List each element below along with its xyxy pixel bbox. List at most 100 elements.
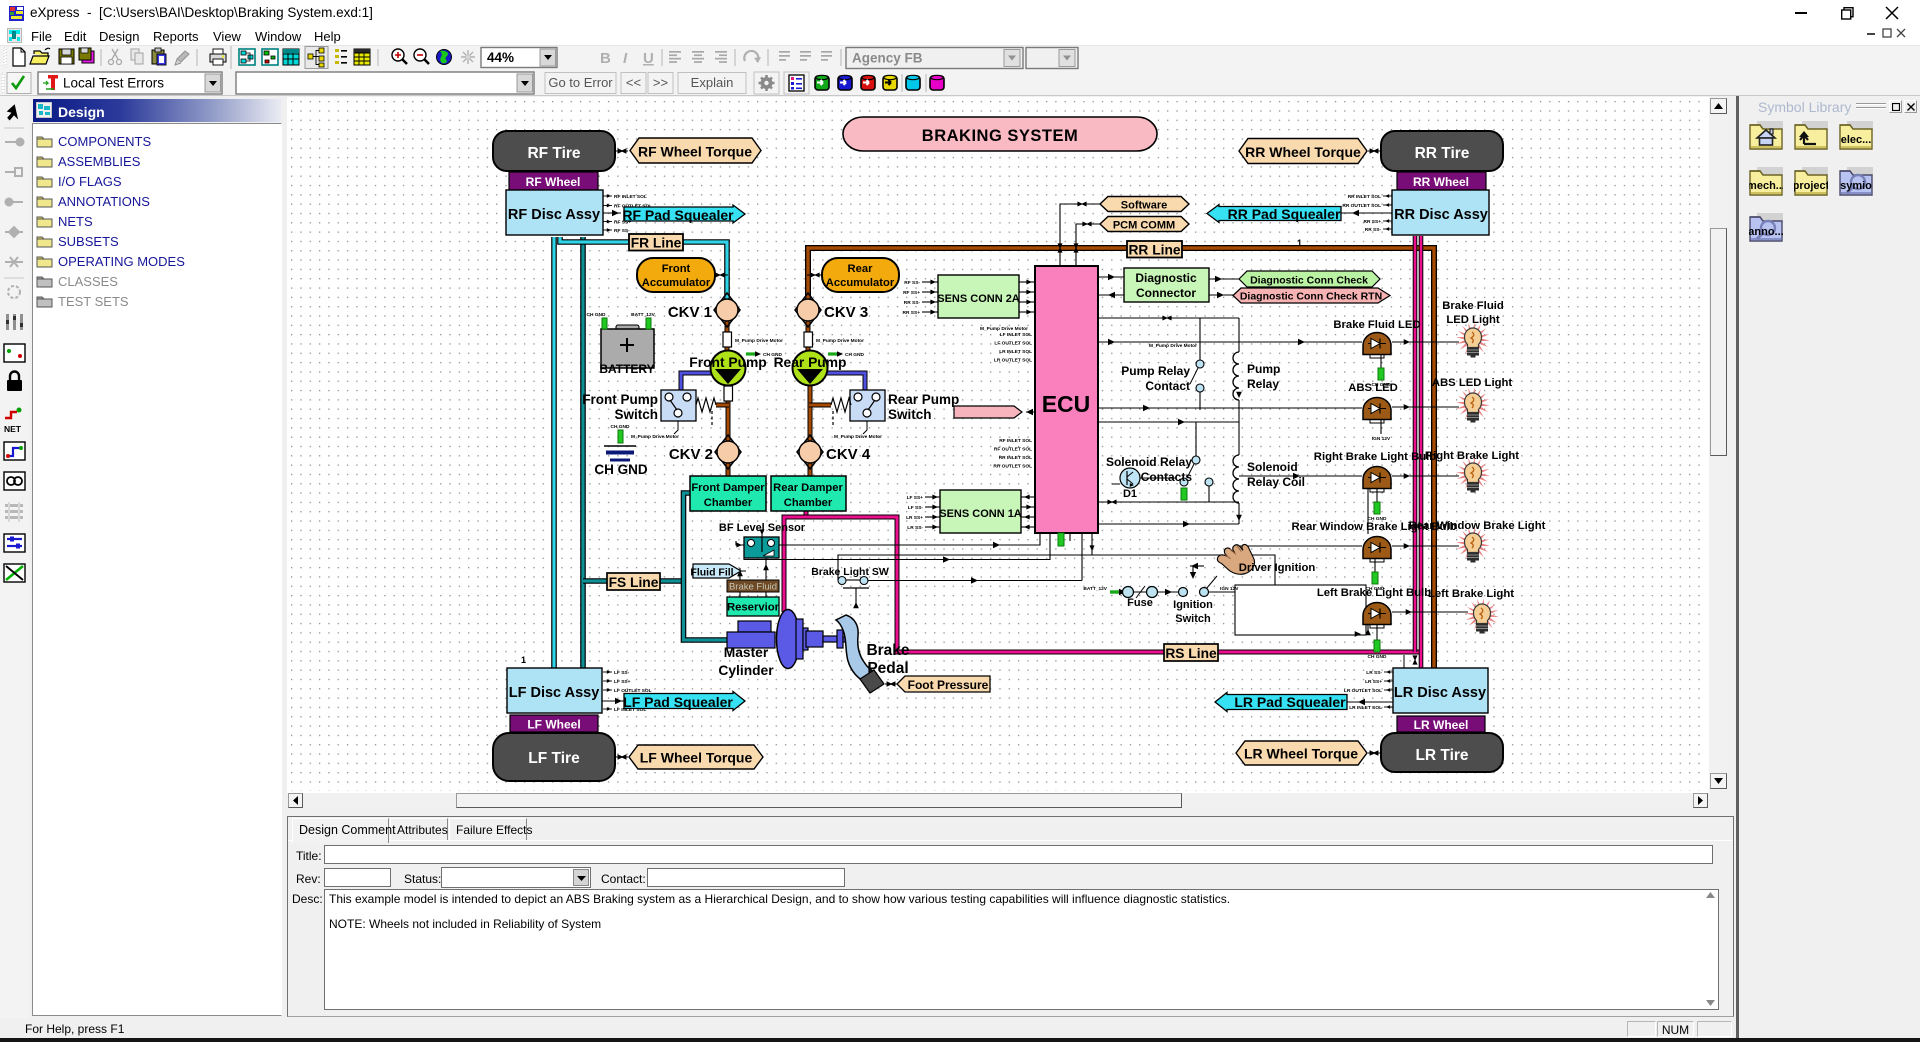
- svg-text:PCM COMM: PCM COMM: [1113, 220, 1175, 232]
- svg-text:LR SS+: LR SS+: [1365, 679, 1382, 685]
- svg-text:Rear Damper: Rear Damper: [773, 482, 843, 494]
- svg-text:CKV 4: CKV 4: [826, 446, 871, 463]
- svg-text:Cylinder: Cylinder: [718, 663, 774, 678]
- svg-text:Contacts: Contacts: [1141, 470, 1193, 484]
- svg-text:LF Tire: LF Tire: [528, 750, 580, 767]
- svg-text:M_Pump Drive Motor: M_Pump Drive Motor: [735, 338, 783, 344]
- svg-text:symio: symio: [1840, 180, 1872, 192]
- svg-text:RF Tire: RF Tire: [527, 145, 580, 162]
- svg-text:Front Pump: Front Pump: [582, 392, 658, 407]
- svg-text:CH GND: CH GND: [1368, 516, 1387, 522]
- svg-text:LF Disc Assy: LF Disc Assy: [509, 685, 600, 701]
- svg-text:Fuse: Fuse: [1127, 597, 1153, 609]
- svg-text:BATT_12V: BATT_12V: [1083, 586, 1107, 592]
- svg-text:IGN 12V: IGN 12V: [1220, 586, 1239, 592]
- svg-text:SENS CONN 1A: SENS CONN 1A: [939, 508, 1022, 520]
- svg-text:LF INLET SOL: LF INLET SOL: [1000, 332, 1032, 338]
- svg-text:Brake: Brake: [866, 642, 909, 659]
- svg-text:CH GND: CH GND: [587, 312, 606, 318]
- svg-text:Left Brake Light: Left Brake Light: [1428, 588, 1514, 600]
- svg-text:RR SS+: RR SS+: [1364, 219, 1382, 225]
- svg-text:CH GND: CH GND: [594, 462, 647, 477]
- svg-text:CH GND: CH GND: [1366, 586, 1385, 592]
- svg-text:LF Wheel Torque: LF Wheel Torque: [640, 750, 753, 766]
- svg-text:RR Wheel: RR Wheel: [1413, 175, 1469, 189]
- svg-text:Front: Front: [662, 263, 691, 275]
- svg-text:<<: <<: [626, 75, 641, 90]
- svg-text:BRAKING SYSTEM: BRAKING SYSTEM: [922, 127, 1078, 145]
- svg-text:Software: Software: [1121, 200, 1167, 212]
- svg-text:elec...: elec...: [1841, 134, 1872, 146]
- svg-text:RR Tire: RR Tire: [1415, 145, 1470, 162]
- svg-text:BATT_12V: BATT_12V: [631, 312, 655, 318]
- svg-text:RR SS-: RR SS-: [904, 300, 921, 306]
- svg-text:RF Disc Assy: RF Disc Assy: [508, 207, 600, 223]
- svg-text:anno...: anno...: [1749, 226, 1783, 238]
- svg-text:Foot Pressure: Foot Pressure: [908, 678, 989, 692]
- svg-text:project: project: [1794, 180, 1828, 192]
- svg-text:CH GND: CH GND: [1372, 382, 1391, 388]
- svg-text:44%: 44%: [487, 50, 514, 65]
- svg-text:Relay Coil: Relay Coil: [1247, 475, 1305, 489]
- svg-text:RF OUTLET SOL: RF OUTLET SOL: [994, 447, 1032, 453]
- svg-text:ECU: ECU: [1042, 391, 1091, 417]
- svg-text:LR OUTLET SOL: LR OUTLET SOL: [1344, 688, 1382, 694]
- svg-text:RR INLET SOL: RR INLET SOL: [999, 455, 1032, 461]
- svg-text:M_Pump Drive Motor: M_Pump Drive Motor: [980, 326, 1028, 332]
- svg-text:Go to Error: Go to Error: [548, 75, 613, 90]
- svg-text:RR SS+: RR SS+: [903, 310, 921, 316]
- svg-text:Front Pump: Front Pump: [689, 355, 766, 370]
- svg-text:Right Brake Light Bulb: Right Brake Light Bulb: [1314, 451, 1436, 463]
- svg-text:>>: >>: [653, 75, 668, 90]
- svg-text:Right Brake Light: Right Brake Light: [1425, 450, 1519, 462]
- svg-text:RR SS-: RR SS-: [1365, 227, 1382, 233]
- svg-text:Pedal: Pedal: [867, 660, 908, 677]
- svg-text:Contact: Contact: [1145, 379, 1190, 393]
- svg-text:Diagnostic: Diagnostic: [1135, 271, 1197, 285]
- svg-text:LF OUTLET SOL: LF OUTLET SOL: [614, 688, 652, 694]
- svg-text:ABS LED Light: ABS LED Light: [1432, 377, 1513, 389]
- svg-text:RF OUTLET SOL: RF OUTLET SOL: [614, 204, 652, 210]
- svg-text:U: U: [643, 50, 654, 67]
- svg-text:LR SS+: LR SS+: [906, 515, 923, 521]
- svg-text:CH GND: CH GND: [763, 352, 782, 358]
- svg-text:M_Pump Drive Motor: M_Pump Drive Motor: [631, 434, 679, 440]
- svg-text:LR Wheel: LR Wheel: [1414, 718, 1469, 732]
- svg-text:Switch: Switch: [614, 407, 658, 422]
- svg-text:CH GND: CH GND: [845, 352, 864, 358]
- svg-text:LF OUTLET SOL: LF OUTLET SOL: [994, 341, 1032, 347]
- svg-text:1: 1: [1297, 238, 1302, 248]
- svg-text:Relay: Relay: [1247, 377, 1279, 391]
- svg-text:LF SS-: LF SS-: [908, 505, 924, 511]
- svg-text:Fluid Fill: Fluid Fill: [690, 567, 733, 579]
- svg-text:RR Wheel Torque: RR Wheel Torque: [1245, 144, 1361, 160]
- svg-text:Solenoid: Solenoid: [1247, 460, 1298, 474]
- svg-text:NET: NET: [4, 424, 22, 434]
- svg-text:Brake Fluid: Brake Fluid: [729, 582, 777, 593]
- svg-text:LF Wheel: LF Wheel: [527, 718, 580, 732]
- svg-text:LF SS+: LF SS+: [614, 679, 631, 685]
- svg-text:RF Wheel Torque: RF Wheel Torque: [638, 144, 752, 160]
- svg-text:BATTERY: BATTERY: [599, 362, 654, 376]
- svg-text:Switch: Switch: [1175, 613, 1211, 625]
- svg-text:M_Pump Drive Motor: M_Pump Drive Motor: [834, 434, 882, 440]
- svg-text:1: 1: [521, 655, 526, 665]
- svg-text:Master: Master: [724, 645, 769, 660]
- svg-text:Diagnostic Conn Check: Diagnostic Conn Check: [1250, 275, 1368, 287]
- svg-text:M_Pump Drive Motor: M_Pump Drive Motor: [816, 338, 864, 344]
- svg-text:CKV 2: CKV 2: [669, 446, 713, 463]
- svg-text:RR OUTLET SOL: RR OUTLET SOL: [1342, 203, 1381, 209]
- svg-text:LED Light: LED Light: [1446, 314, 1500, 326]
- svg-text:BF Level Sensor: BF Level Sensor: [719, 522, 806, 534]
- svg-text:B: B: [600, 50, 611, 67]
- svg-text:Ignition: Ignition: [1173, 599, 1213, 611]
- svg-text:CKV 3: CKV 3: [824, 304, 868, 321]
- svg-text:Pump Relay: Pump Relay: [1121, 364, 1190, 378]
- svg-text:LF SS-: LF SS-: [614, 670, 630, 676]
- svg-text:RR INLET SOL: RR INLET SOL: [1348, 194, 1381, 200]
- svg-text:Front Damper: Front Damper: [691, 482, 765, 494]
- svg-text:Accumulator: Accumulator: [642, 277, 711, 289]
- svg-text:IGN 12V: IGN 12V: [1372, 436, 1391, 442]
- svg-text:LR INLET SOL: LR INLET SOL: [999, 349, 1032, 355]
- svg-text:Rear Window Brake Light: Rear Window Brake Light: [1409, 520, 1546, 532]
